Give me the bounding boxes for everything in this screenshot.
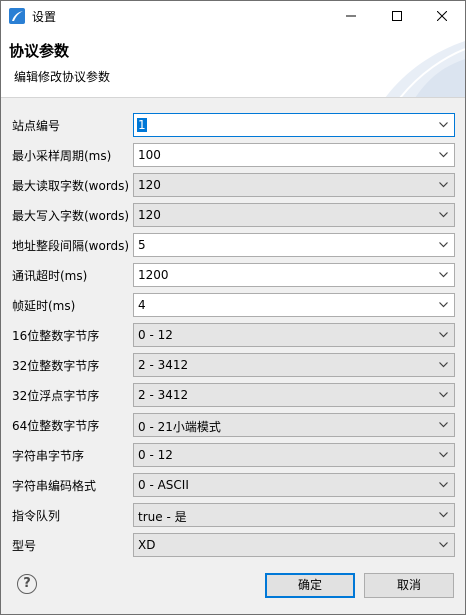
- field-combobox[interactable]: 4: [133, 293, 455, 317]
- form-row: 最大读取字数(words) 120: [1, 170, 465, 200]
- chevron-down-icon[interactable]: [439, 152, 448, 158]
- field-combobox[interactable]: 0 - ASCII: [133, 473, 455, 497]
- field-combobox[interactable]: 120: [133, 173, 455, 197]
- chevron-down-icon[interactable]: [439, 302, 448, 308]
- field-label: 型号: [12, 539, 37, 553]
- field-label: 最小采样周期(ms): [12, 149, 112, 163]
- form-row: 字符串字节序 0 - 12: [1, 440, 465, 470]
- minimize-button[interactable]: [328, 1, 374, 31]
- chevron-down-icon[interactable]: [439, 362, 448, 368]
- header-decoration: [385, 41, 465, 97]
- field-value: 1: [137, 118, 147, 132]
- field-combobox[interactable]: XD: [133, 533, 455, 557]
- settings-dialog: 设置 协议参数 编辑修改协议参数 站点编号 1 最小采样周期(ms) 100 最大读取: [0, 0, 466, 615]
- field-label: 32位浮点字节序: [12, 389, 100, 403]
- form-row: 32位整数字节序 2 - 3412: [1, 350, 465, 380]
- cancel-button[interactable]: 取消: [364, 573, 454, 598]
- dialog-header: 协议参数 编辑修改协议参数: [1, 31, 465, 98]
- form-row: 最小采样周期(ms) 100: [1, 140, 465, 170]
- field-value: 4: [138, 298, 146, 312]
- field-label: 字符串字节序: [12, 449, 85, 463]
- form-row: 型号 XD: [1, 530, 465, 560]
- field-value: 0 - 21小端模式: [138, 420, 221, 434]
- form-row: 16位整数字节序 0 - 12: [1, 320, 465, 350]
- field-label: 16位整数字节序: [12, 329, 100, 343]
- chevron-down-icon[interactable]: [439, 542, 448, 548]
- chevron-down-icon[interactable]: [439, 122, 448, 128]
- title-bar[interactable]: 设置: [1, 1, 465, 31]
- field-combobox[interactable]: 1: [133, 113, 455, 137]
- field-value: 100: [138, 148, 161, 162]
- field-value: 2 - 3412: [138, 358, 189, 372]
- field-label: 最大读取字数(words): [12, 179, 130, 193]
- field-value: 1200: [138, 268, 169, 282]
- field-label: 帧延时(ms): [12, 299, 76, 313]
- field-label: 64位整数字节序: [12, 419, 100, 433]
- maximize-button[interactable]: [374, 1, 420, 31]
- field-value: 120: [138, 208, 161, 222]
- field-combobox[interactable]: 0 - 12: [133, 323, 455, 347]
- field-combobox[interactable]: 5: [133, 233, 455, 257]
- form-row: 通讯超时(ms) 1200: [1, 260, 465, 290]
- field-combobox[interactable]: 120: [133, 203, 455, 227]
- field-label: 最大写入字数(words): [12, 209, 130, 223]
- field-label: 地址整段间隔(words): [12, 239, 130, 253]
- field-combobox[interactable]: 1200: [133, 263, 455, 287]
- form-row: 32位浮点字节序 2 - 3412: [1, 380, 465, 410]
- form-row: 指令队列 true - 是: [1, 500, 465, 530]
- field-combobox[interactable]: 2 - 3412: [133, 383, 455, 407]
- app-feather-icon: [9, 8, 25, 24]
- field-combobox[interactable]: 0 - 12: [133, 443, 455, 467]
- chevron-down-icon[interactable]: [439, 422, 448, 428]
- chevron-down-icon[interactable]: [439, 512, 448, 518]
- close-icon: [437, 11, 447, 21]
- field-combobox[interactable]: 100: [133, 143, 455, 167]
- chevron-down-icon[interactable]: [439, 332, 448, 338]
- field-value: 2 - 3412: [138, 388, 189, 402]
- form-row: 字符串编码格式 0 - ASCII: [1, 470, 465, 500]
- field-value: 120: [138, 178, 161, 192]
- field-value: true - 是: [138, 510, 187, 524]
- field-value: XD: [138, 538, 156, 552]
- field-combobox[interactable]: 0 - 21小端模式: [133, 413, 455, 437]
- page-title: 协议参数: [9, 42, 70, 60]
- form-row: 最大写入字数(words) 120: [1, 200, 465, 230]
- chevron-down-icon[interactable]: [439, 392, 448, 398]
- field-label: 32位整数字节序: [12, 359, 100, 373]
- field-label: 字符串编码格式: [12, 479, 97, 493]
- help-icon[interactable]: ?: [17, 574, 37, 594]
- form-row: 站点编号 1: [1, 110, 465, 140]
- page-description: 编辑修改协议参数: [14, 70, 111, 84]
- field-value: 0 - 12: [138, 328, 173, 342]
- maximize-icon: [392, 11, 402, 21]
- field-combobox[interactable]: 2 - 3412: [133, 353, 455, 377]
- form-row: 地址整段间隔(words) 5: [1, 230, 465, 260]
- field-label: 站点编号: [12, 119, 61, 133]
- field-value: 0 - 12: [138, 448, 173, 462]
- chevron-down-icon[interactable]: [439, 482, 448, 488]
- field-value: 5: [138, 238, 146, 252]
- chevron-down-icon[interactable]: [439, 272, 448, 278]
- field-label: 指令队列: [12, 509, 61, 523]
- form-row: 64位整数字节序 0 - 21小端模式: [1, 410, 465, 440]
- chevron-down-icon[interactable]: [439, 182, 448, 188]
- form-row: 帧延时(ms) 4: [1, 290, 465, 320]
- field-combobox[interactable]: true - 是: [133, 503, 455, 527]
- minimize-icon: [346, 15, 356, 17]
- field-value: 0 - ASCII: [138, 478, 189, 492]
- chevron-down-icon[interactable]: [439, 242, 448, 248]
- ok-button[interactable]: 确定: [265, 573, 355, 598]
- window-title: 设置: [32, 10, 57, 24]
- field-label: 通讯超时(ms): [12, 269, 88, 283]
- chevron-down-icon[interactable]: [439, 212, 448, 218]
- close-button[interactable]: [419, 1, 465, 31]
- chevron-down-icon[interactable]: [439, 452, 448, 458]
